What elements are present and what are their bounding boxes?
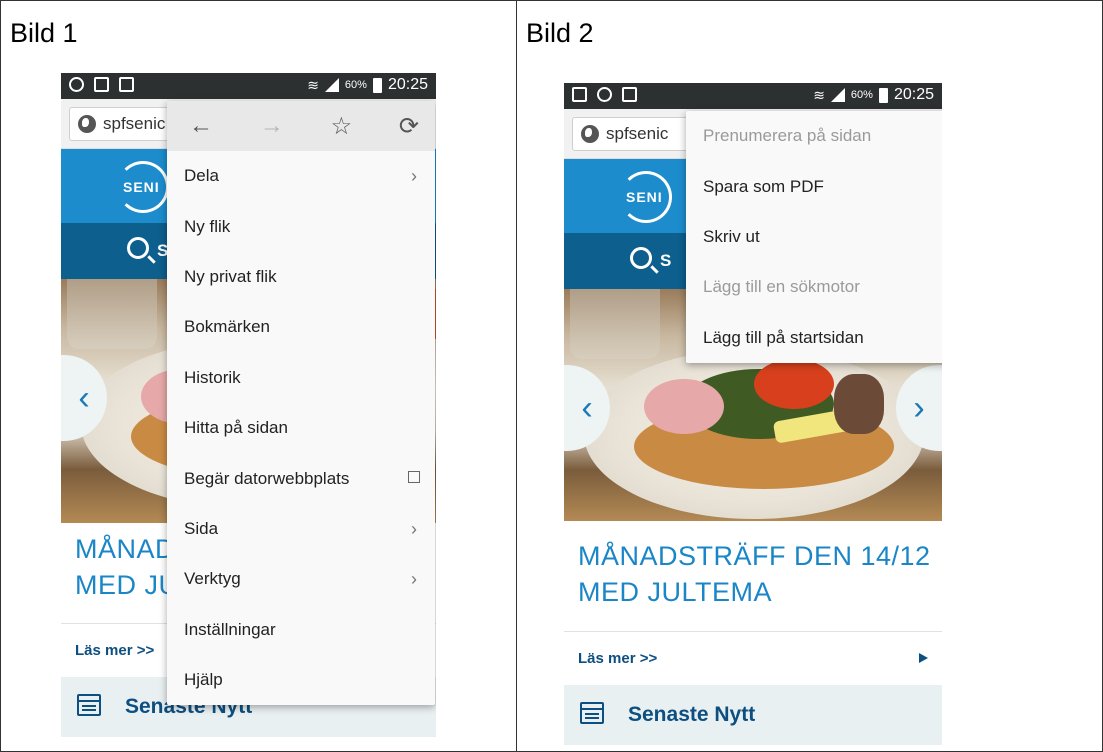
wifi-icon: ≋ bbox=[307, 76, 319, 93]
menu-item-sida[interactable]: Sida › bbox=[167, 504, 435, 554]
url-text: spfsenic bbox=[103, 114, 166, 133]
notification-icon bbox=[597, 87, 612, 102]
article-headline[interactable]: MÅNADSTRÄFF DEN 14/12 MED JULTEMA bbox=[578, 538, 931, 610]
url-text: spfsenic bbox=[606, 124, 669, 143]
status-bar: ≋ 60% 20:25 bbox=[61, 73, 436, 99]
clock: 20:25 bbox=[387, 76, 428, 93]
chevron-right-icon: › bbox=[411, 569, 417, 590]
menu-item-skriv-ut[interactable]: Skriv ut bbox=[686, 212, 942, 262]
image-icon bbox=[572, 87, 587, 102]
menu-item-spara-som-pdf[interactable]: Spara som PDF bbox=[686, 161, 942, 211]
read-more-row[interactable]: Läs mer >> bbox=[564, 631, 942, 685]
globe-icon bbox=[581, 125, 599, 143]
browser-overflow-menu: ← → ☆ ⟳ Dela › Ny flik Ny privat flik Bok… bbox=[167, 101, 435, 705]
checkbox[interactable] bbox=[408, 471, 420, 484]
newspaper-icon bbox=[77, 694, 101, 716]
battery-icon bbox=[878, 87, 888, 103]
read-more-link[interactable]: Läs mer >> bbox=[75, 642, 154, 659]
menu-item-historik[interactable]: Historik bbox=[167, 353, 435, 403]
menu-item-hjalp[interactable]: Hjälp bbox=[167, 655, 435, 705]
menu-item-dela[interactable]: Dela › bbox=[167, 151, 435, 201]
site-logo[interactable]: SENI bbox=[626, 189, 663, 205]
menu-item-ny-privat-flik[interactable]: Ny privat flik bbox=[167, 252, 435, 302]
menu-item-lagg-till-startsidan[interactable]: Lägg till på startsidan bbox=[686, 313, 942, 363]
site-logo[interactable]: SENI bbox=[123, 179, 160, 195]
page-submenu: Prenumerera på sidan Spara som PDF Skriv… bbox=[686, 111, 942, 363]
chevron-right-icon: › bbox=[913, 388, 925, 427]
status-bar: ≋ 60% 20:25 bbox=[564, 83, 942, 109]
menu-item-prenumerera: Prenumerera på sidan bbox=[703, 126, 872, 146]
back-icon[interactable]: ← bbox=[189, 112, 213, 140]
article-headline[interactable]: MÅNAD MED JU bbox=[75, 531, 179, 603]
phone-screenshot: ≋ 60% 20:25 spfsenic SENI S ‹ › MÅNADSTR… bbox=[564, 83, 942, 751]
image-icon bbox=[94, 77, 109, 92]
menu-toolbar: ← → ☆ ⟳ bbox=[167, 101, 435, 151]
reload-icon[interactable]: ⟳ bbox=[399, 112, 419, 141]
phone-screenshot: ≋ 60% 20:25 spfsenic SENI S ‹ MÅNAD MED … bbox=[61, 73, 436, 751]
battery-percent: 60% bbox=[344, 79, 367, 91]
wifi-icon: ≋ bbox=[813, 86, 825, 103]
read-more-link[interactable]: Läs mer >> bbox=[578, 650, 657, 667]
menu-item-verktyg[interactable]: Verktyg › bbox=[167, 554, 435, 604]
signal-icon bbox=[324, 78, 339, 92]
menu-item-ny-flik[interactable]: Ny flik bbox=[167, 201, 435, 251]
play-arrow-icon bbox=[919, 653, 928, 663]
search-icon[interactable] bbox=[630, 247, 652, 269]
chevron-left-icon: ‹ bbox=[78, 378, 90, 417]
globe-icon bbox=[78, 115, 96, 133]
menu-item-hitta-pa-sidan[interactable]: Hitta på sidan bbox=[167, 403, 435, 453]
search-icon[interactable] bbox=[127, 237, 149, 259]
forward-icon: → bbox=[259, 112, 284, 139]
menu-item-lagg-till-sokmotor: Lägg till en sökmotor bbox=[703, 277, 860, 297]
signal-icon bbox=[830, 88, 845, 102]
clock: 20:25 bbox=[893, 86, 934, 103]
panel-bild-2: Bild 2 ≋ 60% 20:25 spfsenic SENI S ‹ › M… bbox=[516, 0, 1103, 752]
panel-bild-1: Bild 1 ≋ 60% 20:25 spfsenic SENI S ‹ MÅN… bbox=[0, 0, 517, 752]
search-label: S bbox=[660, 251, 672, 270]
bag-icon bbox=[119, 77, 134, 92]
menu-item-begar-datorwebbplats[interactable]: Begär datorwebbplats bbox=[167, 453, 435, 503]
chevron-right-icon: › bbox=[411, 518, 417, 539]
panel-title: Bild 2 bbox=[526, 18, 594, 48]
newspaper-icon bbox=[580, 702, 604, 724]
notification-icon bbox=[69, 77, 84, 92]
battery-percent: 60% bbox=[850, 89, 873, 101]
news-section-header: Senaste Nytt bbox=[564, 685, 942, 745]
news-section-title: Senaste Nytt bbox=[628, 703, 756, 726]
menu-item-installningar[interactable]: Inställningar bbox=[167, 605, 435, 655]
panel-title: Bild 1 bbox=[10, 18, 78, 48]
menu-item-bokmarken[interactable]: Bokmärken bbox=[167, 302, 435, 352]
battery-icon bbox=[372, 77, 382, 93]
chevron-right-icon: › bbox=[411, 166, 417, 186]
bag-icon bbox=[622, 87, 637, 102]
chevron-left-icon: ‹ bbox=[581, 388, 593, 427]
star-icon[interactable]: ☆ bbox=[331, 112, 353, 141]
